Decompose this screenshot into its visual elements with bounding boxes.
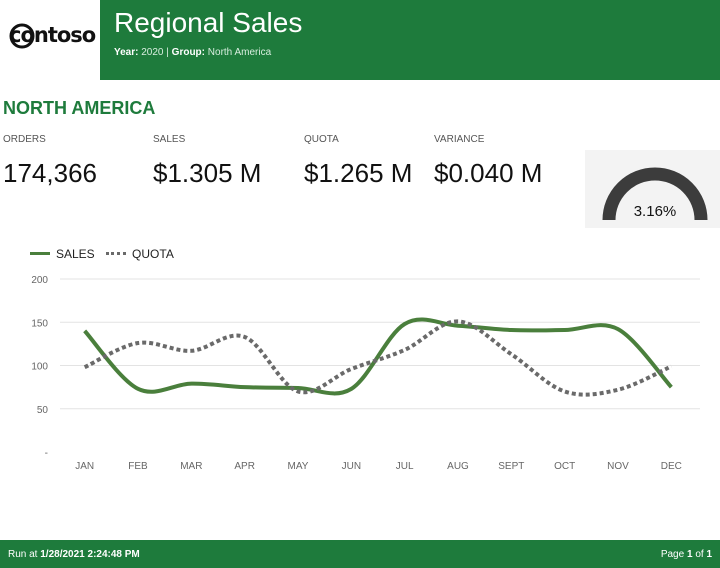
report-footer: Run at 1/28/2021 2:24:48 PM Page 1 of 1: [0, 540, 720, 568]
kpi-value: 174,366: [3, 158, 97, 188]
kpi-label: VARIANCE: [434, 134, 485, 145]
y-tick-label: 150: [31, 318, 48, 329]
variance-gauge: 3.16%: [585, 150, 720, 228]
filter-year-label: Year:: [114, 47, 139, 58]
kpi-value: $1.305 M: [153, 158, 262, 188]
x-tick-label: AUG: [447, 461, 469, 472]
legend-swatch-sales: [30, 252, 50, 255]
report-title: Regional Sales: [114, 7, 303, 38]
page-current: 1: [686, 549, 693, 560]
kpi-orders: ORDERS 174,366: [3, 134, 97, 189]
legend-swatch-quota: [106, 252, 127, 255]
kpi-value: $1.265 M: [304, 158, 413, 188]
report-header: contoso Regional Sales Year: 2020 | Grou…: [0, 0, 720, 80]
page-prefix: Page: [660, 549, 685, 560]
legend-label: SALES: [56, 246, 95, 261]
run-timestamp: Run at 1/28/2021 2:24:48 PM: [8, 549, 140, 560]
kpi-label: QUOTA: [304, 134, 339, 145]
legend-item-quota: QUOTA: [106, 247, 174, 261]
x-tick-label: APR: [234, 461, 255, 472]
page-indicator: Page 1 of 1: [661, 549, 712, 560]
filter-year-value: 2020: [141, 47, 164, 58]
x-tick-label: NOV: [607, 461, 629, 472]
kpi-label: SALES: [153, 134, 186, 145]
y-tick-label: -: [45, 448, 48, 459]
x-tick-label: MAY: [288, 461, 309, 472]
kpi-label: ORDERS: [3, 134, 46, 145]
run-prefix: Run at: [8, 549, 38, 560]
page-total: 1: [706, 549, 712, 560]
kpi-variance: VARIANCE $0.040 M: [434, 134, 542, 189]
x-tick-label: MAR: [180, 461, 202, 472]
gauge-value: 3.16%: [633, 203, 677, 220]
chart-legend: SALES QUOTA: [30, 244, 182, 261]
kpi-value: $0.040 M: [434, 158, 543, 188]
x-tick-label: JUL: [396, 461, 414, 472]
sales-series-line: [83, 317, 673, 396]
x-tick-label: JUN: [342, 461, 361, 472]
filter-separator: |: [166, 47, 169, 58]
region-heading: NORTH AMERICA: [3, 98, 156, 118]
x-tick-label: SEPT: [498, 461, 524, 472]
legend-item-sales: SALES: [30, 247, 95, 261]
y-tick-label: 200: [31, 275, 48, 286]
x-tick-label: FEB: [128, 461, 148, 472]
filter-group-label: Group:: [171, 47, 205, 58]
kpi-sales: SALES $1.305 M: [153, 134, 261, 189]
report-filters: Year: 2020 | Group: North America: [114, 47, 271, 58]
page-of: of: [695, 549, 704, 560]
x-tick-label: OCT: [554, 461, 575, 472]
run-time: 1/28/2021 2:24:48 PM: [40, 549, 140, 560]
x-tick-label: JAN: [75, 461, 94, 472]
logo-text: contoso: [9, 23, 96, 47]
y-tick-label: 50: [37, 405, 49, 416]
filter-group-value: North America: [207, 47, 272, 58]
y-tick-label: 100: [31, 362, 48, 373]
sales-quota-line-chart: 200 150 100 50 - JAN FEB MAR APR MAY JUN JUL AUG SEPT…: [31, 275, 700, 472]
logo-box: contoso: [0, 0, 100, 80]
x-tick-label: DEC: [661, 461, 682, 472]
kpi-quota: QUOTA $1.265 M: [304, 134, 412, 189]
legend-label: QUOTA: [132, 246, 174, 261]
